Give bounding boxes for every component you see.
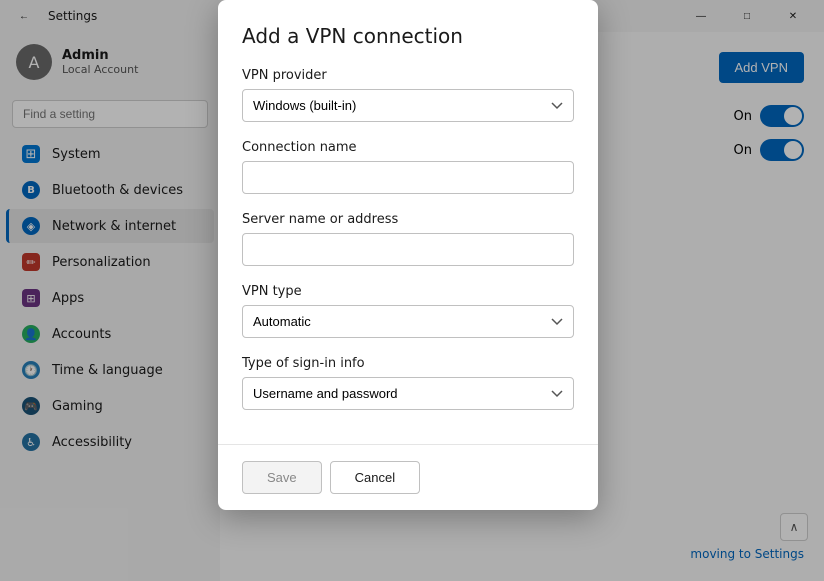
cancel-button[interactable]: Cancel [330, 461, 420, 494]
connection-name-input[interactable] [242, 161, 574, 194]
sign-in-type-group: Type of sign-in info Username and passwo… [242, 356, 574, 410]
server-name-group: Server name or address [242, 212, 574, 266]
server-name-input[interactable] [242, 233, 574, 266]
sign-in-type-label: Type of sign-in info [242, 356, 574, 371]
settings-window: ← Settings — □ ✕ A Admin Local Account [0, 0, 824, 581]
vpn-provider-select[interactable]: Windows (built-in) [242, 89, 574, 122]
vpn-type-label: VPN type [242, 284, 574, 299]
save-button[interactable]: Save [242, 461, 322, 494]
modal-footer: Save Cancel [218, 444, 598, 510]
server-name-label: Server name or address [242, 212, 574, 227]
connection-name-group: Connection name [242, 140, 574, 194]
vpn-provider-group: VPN provider Windows (built-in) [242, 68, 574, 122]
sign-in-type-select[interactable]: Username and password Smart card One-tim… [242, 377, 574, 410]
modal-content: Add a VPN connection VPN provider Window… [218, 0, 598, 444]
vpn-type-select[interactable]: Automatic PPTP L2TP/IPsec SSTP IKEv2 [242, 305, 574, 338]
modal-title: Add a VPN connection [242, 24, 574, 48]
add-vpn-modal: Add a VPN connection VPN provider Window… [218, 0, 598, 510]
connection-name-label: Connection name [242, 140, 574, 155]
modal-overlay: Add a VPN connection VPN provider Window… [0, 0, 824, 581]
vpn-type-group: VPN type Automatic PPTP L2TP/IPsec SSTP … [242, 284, 574, 338]
vpn-provider-label: VPN provider [242, 68, 574, 83]
